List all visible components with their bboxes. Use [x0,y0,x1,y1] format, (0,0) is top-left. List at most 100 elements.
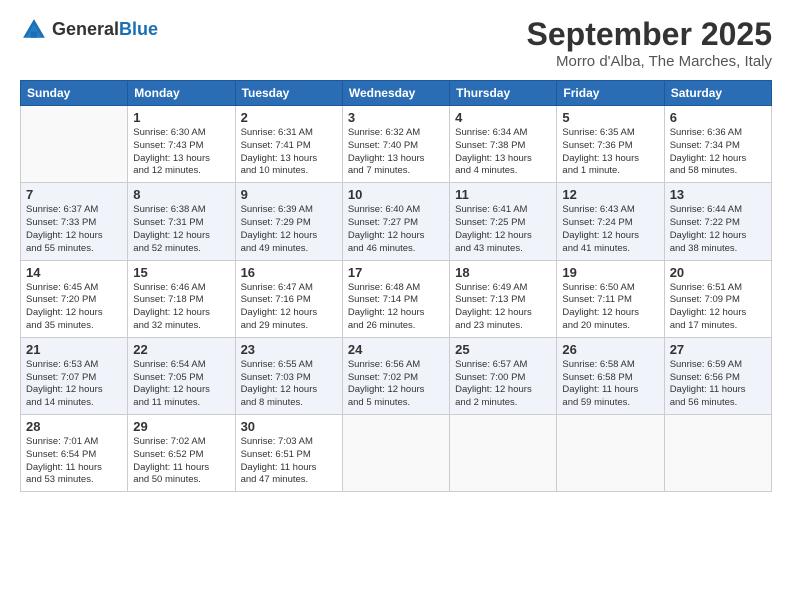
cell-info: Sunrise: 7:03 AM Sunset: 6:51 PM Dayligh… [241,436,337,487]
table-row: 30 Sunrise: 7:03 AM Sunset: 6:51 PM Dayli… [235,415,342,492]
day-number: 29 [133,419,229,434]
cell-info: Sunrise: 6:49 AM Sunset: 7:13 PM Dayligh… [455,282,551,333]
col-tuesday: Tuesday [235,81,342,106]
day-number: 15 [133,265,229,280]
day-number: 2 [241,110,337,125]
table-row: 1 Sunrise: 6:30 AM Sunset: 7:43 PM Daylig… [128,106,235,183]
cell-info: Sunrise: 6:34 AM Sunset: 7:38 PM Dayligh… [455,127,551,178]
day-number: 14 [26,265,122,280]
table-row: 14Sunrise: 6:45 AM Sunset: 7:20 PM Dayli… [21,260,128,337]
day-number: 26 [562,342,658,357]
day-number: 12 [562,187,658,202]
cell-info: Sunrise: 6:37 AM Sunset: 7:33 PM Dayligh… [26,204,122,255]
day-number: 20 [670,265,766,280]
table-row: 11 Sunrise: 6:41 AM Sunset: 7:25 PM Dayli… [450,183,557,260]
cell-info: Sunrise: 6:32 AM Sunset: 7:40 PM Dayligh… [348,127,444,178]
logo-blue: Blue [119,19,158,39]
table-row [450,415,557,492]
cell-info: Sunrise: 6:43 AM Sunset: 7:24 PM Dayligh… [562,204,658,255]
cell-info: Sunrise: 6:46 AM Sunset: 7:18 PM Dayligh… [133,282,229,333]
table-row [664,415,771,492]
table-row: 17 Sunrise: 6:48 AM Sunset: 7:14 PM Dayli… [342,260,449,337]
day-number: 8 [133,187,229,202]
table-row: 4Sunrise: 6:34 AM Sunset: 7:38 PM Daylig… [450,106,557,183]
day-number: 30 [241,419,337,434]
day-number: 6 [670,110,766,125]
table-row: 16 Sunrise: 6:47 AM Sunset: 7:16 PM Dayli… [235,260,342,337]
day-number: 16 [241,265,337,280]
table-row: 18 Sunrise: 6:49 AM Sunset: 7:13 PM Dayli… [450,260,557,337]
col-sunday: Sunday [21,81,128,106]
calendar: Sunday Monday Tuesday Wednesday Thursday… [20,80,772,492]
table-row: 10Sunrise: 6:40 AM Sunset: 7:27 PM Dayli… [342,183,449,260]
cell-info: Sunrise: 6:50 AM Sunset: 7:11 PM Dayligh… [562,282,658,333]
day-number: 19 [562,265,658,280]
table-row: 23 Sunrise: 6:55 AM Sunset: 7:03 PM Dayli… [235,337,342,414]
cell-info: Sunrise: 6:39 AM Sunset: 7:29 PM Dayligh… [241,204,337,255]
cell-info: Sunrise: 6:47 AM Sunset: 7:16 PM Dayligh… [241,282,337,333]
table-row: 5 Sunrise: 6:35 AM Sunset: 7:36 PM Daylig… [557,106,664,183]
table-row [342,415,449,492]
day-number: 28 [26,419,122,434]
cell-info: Sunrise: 6:57 AM Sunset: 7:00 PM Dayligh… [455,359,551,410]
day-number: 11 [455,187,551,202]
table-row [21,106,128,183]
weekday-header-row: Sunday Monday Tuesday Wednesday Thursday… [21,81,772,106]
calendar-week-row: 28 Sunrise: 7:01 AM Sunset: 6:54 PM Dayli… [21,415,772,492]
table-row: 25 Sunrise: 6:57 AM Sunset: 7:00 PM Dayli… [450,337,557,414]
logo-general: General [52,19,119,39]
table-row: 6 Sunrise: 6:36 AM Sunset: 7:34 PM Daylig… [664,106,771,183]
cell-info: Sunrise: 6:30 AM Sunset: 7:43 PM Dayligh… [133,127,229,178]
day-number: 25 [455,342,551,357]
col-monday: Monday [128,81,235,106]
day-number: 23 [241,342,337,357]
table-row: 7Sunrise: 6:37 AM Sunset: 7:33 PM Daylig… [21,183,128,260]
cell-info: Sunrise: 6:48 AM Sunset: 7:14 PM Dayligh… [348,282,444,333]
cell-info: Sunrise: 6:55 AM Sunset: 7:03 PM Dayligh… [241,359,337,410]
cell-info: Sunrise: 6:59 AM Sunset: 6:56 PM Dayligh… [670,359,766,410]
calendar-week-row: 21Sunrise: 6:53 AM Sunset: 7:07 PM Dayli… [21,337,772,414]
cell-info: Sunrise: 6:41 AM Sunset: 7:25 PM Dayligh… [455,204,551,255]
day-number: 9 [241,187,337,202]
logo-text: GeneralBlue [52,20,158,40]
cell-info: Sunrise: 7:01 AM Sunset: 6:54 PM Dayligh… [26,436,122,487]
cell-info: Sunrise: 6:38 AM Sunset: 7:31 PM Dayligh… [133,204,229,255]
cell-info: Sunrise: 6:51 AM Sunset: 7:09 PM Dayligh… [670,282,766,333]
calendar-week-row: 14Sunrise: 6:45 AM Sunset: 7:20 PM Dayli… [21,260,772,337]
table-row: 26 Sunrise: 6:58 AM Sunset: 6:58 PM Dayli… [557,337,664,414]
cell-info: Sunrise: 6:31 AM Sunset: 7:41 PM Dayligh… [241,127,337,178]
calendar-week-row: 7Sunrise: 6:37 AM Sunset: 7:33 PM Daylig… [21,183,772,260]
cell-info: Sunrise: 6:53 AM Sunset: 7:07 PM Dayligh… [26,359,122,410]
table-row: 21Sunrise: 6:53 AM Sunset: 7:07 PM Dayli… [21,337,128,414]
col-saturday: Saturday [664,81,771,106]
table-row: 15 Sunrise: 6:46 AM Sunset: 7:18 PM Dayli… [128,260,235,337]
table-row: 12 Sunrise: 6:43 AM Sunset: 7:24 PM Dayli… [557,183,664,260]
day-number: 17 [348,265,444,280]
calendar-week-row: 1 Sunrise: 6:30 AM Sunset: 7:43 PM Daylig… [21,106,772,183]
cell-info: Sunrise: 7:02 AM Sunset: 6:52 PM Dayligh… [133,436,229,487]
cell-info: Sunrise: 6:56 AM Sunset: 7:02 PM Dayligh… [348,359,444,410]
logo: GeneralBlue [20,16,158,44]
table-row: 3 Sunrise: 6:32 AM Sunset: 7:40 PM Daylig… [342,106,449,183]
day-number: 3 [348,110,444,125]
col-wednesday: Wednesday [342,81,449,106]
table-row: 22 Sunrise: 6:54 AM Sunset: 7:05 PM Dayli… [128,337,235,414]
cell-info: Sunrise: 6:54 AM Sunset: 7:05 PM Dayligh… [133,359,229,410]
cell-info: Sunrise: 6:36 AM Sunset: 7:34 PM Dayligh… [670,127,766,178]
table-row [557,415,664,492]
page: GeneralBlue September 2025 Morro d'Alba,… [0,0,792,612]
month-title: September 2025 [527,16,772,53]
title-block: September 2025 Morro d'Alba, The Marches… [527,16,772,70]
table-row: 28 Sunrise: 7:01 AM Sunset: 6:54 PM Dayli… [21,415,128,492]
day-number: 10 [348,187,444,202]
cell-info: Sunrise: 6:35 AM Sunset: 7:36 PM Dayligh… [562,127,658,178]
day-number: 18 [455,265,551,280]
day-number: 13 [670,187,766,202]
day-number: 1 [133,110,229,125]
table-row: 9 Sunrise: 6:39 AM Sunset: 7:29 PM Daylig… [235,183,342,260]
header: GeneralBlue September 2025 Morro d'Alba,… [20,16,772,70]
day-number: 5 [562,110,658,125]
table-row: 20 Sunrise: 6:51 AM Sunset: 7:09 PM Dayli… [664,260,771,337]
day-number: 22 [133,342,229,357]
cell-info: Sunrise: 6:58 AM Sunset: 6:58 PM Dayligh… [562,359,658,410]
